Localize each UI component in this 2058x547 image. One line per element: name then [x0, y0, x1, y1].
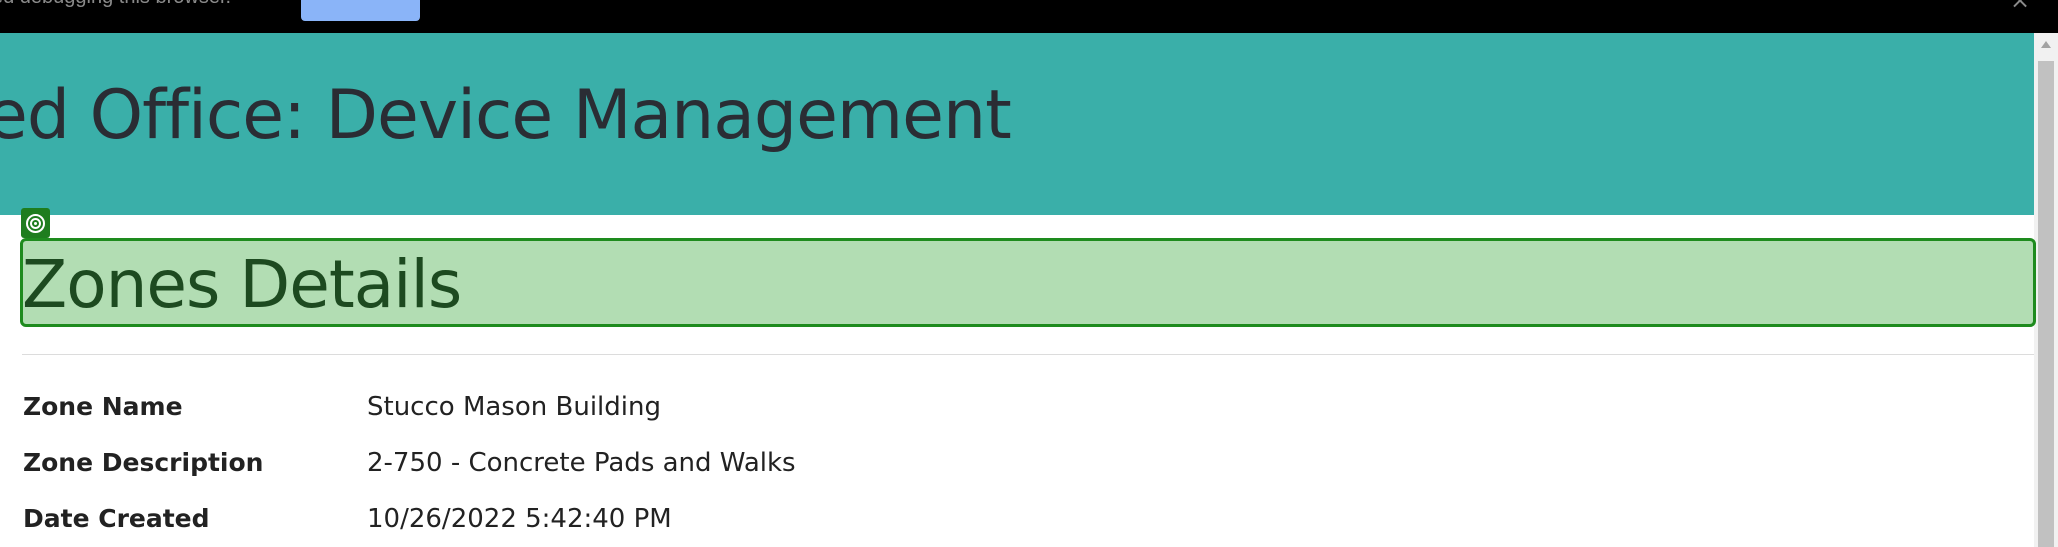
- scroll-up-arrow-icon[interactable]: [2041, 41, 2051, 48]
- debug-cancel-button[interactable]: [301, 0, 420, 21]
- detail-value: 2-750 - Concrete Pads and Walks: [367, 448, 796, 478]
- detail-row-zone-name: Zone Name Stucco Mason Building: [0, 392, 2034, 432]
- detail-row-zone-description: Zone Description 2-750 - Concrete Pads a…: [0, 448, 2034, 488]
- detail-label: Zone Description: [23, 448, 264, 477]
- page-title: Zones Details: [22, 246, 462, 323]
- target-icon-glyph: [26, 214, 45, 233]
- detail-label: Date Created: [23, 504, 210, 533]
- app-title: ed Office: Device Management: [0, 76, 1012, 155]
- debug-message: ed debugging this browser.: [0, 0, 231, 9]
- close-icon[interactable]: ×: [2010, 0, 2030, 14]
- detail-value: 10/26/2022 5:42:40 PM: [367, 504, 672, 534]
- scrollbar-thumb[interactable]: [2038, 61, 2054, 547]
- vertical-scrollbar[interactable]: [2034, 33, 2058, 547]
- detail-value: Stucco Mason Building: [367, 392, 661, 422]
- app-header: ed Office: Device Management: [0, 33, 2034, 215]
- target-icon: [21, 208, 50, 238]
- divider: [22, 354, 2034, 355]
- detail-row-date-created: Date Created 10/26/2022 5:42:40 PM: [0, 504, 2034, 544]
- detail-label: Zone Name: [23, 392, 183, 421]
- debug-banner: ed debugging this browser. ×: [0, 0, 2058, 33]
